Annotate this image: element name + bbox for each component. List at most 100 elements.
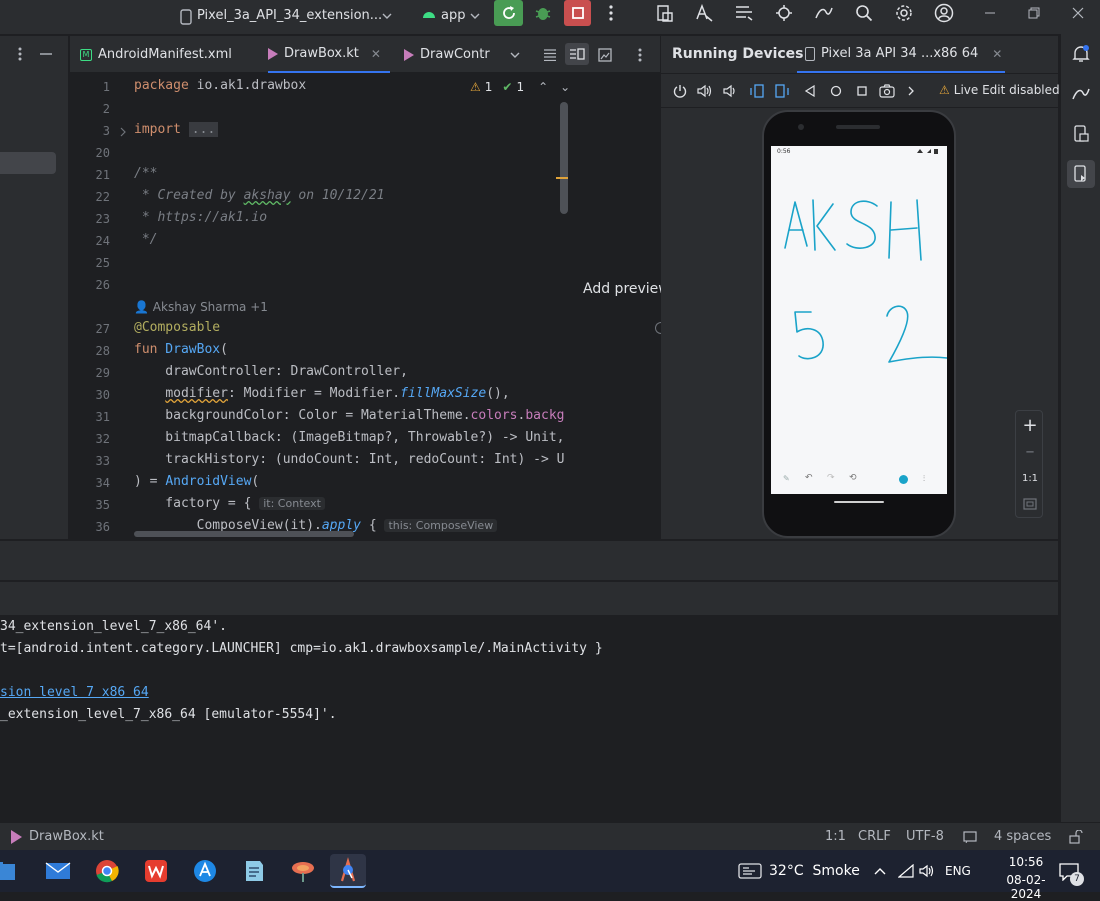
overview-icon[interactable] bbox=[853, 82, 871, 100]
account-icon[interactable] bbox=[933, 3, 955, 23]
search-icon[interactable] bbox=[853, 3, 875, 23]
vertical-scrollbar[interactable] bbox=[560, 102, 568, 214]
sync-icon[interactable] bbox=[813, 3, 835, 23]
more-icon[interactable] bbox=[603, 3, 619, 23]
device-explorer-icon[interactable] bbox=[1069, 122, 1093, 146]
line-separator[interactable]: CRLF bbox=[858, 829, 891, 844]
drawing-canvas[interactable] bbox=[771, 186, 947, 376]
indent-setting[interactable]: 4 spaces bbox=[994, 829, 1051, 844]
clock-date[interactable]: 08-02-2024 bbox=[995, 873, 1057, 901]
gemini-icon[interactable] bbox=[1069, 82, 1093, 106]
rerun-button[interactable] bbox=[494, 0, 523, 26]
fold-chevron-icon[interactable] bbox=[118, 126, 128, 138]
inspection-widget[interactable]: ⚠ 1 ✔ 1 ⌃ ⌄ bbox=[470, 80, 570, 94]
chevron-down-icon[interactable] bbox=[381, 10, 393, 22]
android-studio-icon[interactable] bbox=[330, 854, 366, 888]
zoom-actual-size-button[interactable]: 1:1 bbox=[1018, 469, 1042, 487]
hide-panel-icon[interactable] bbox=[38, 46, 54, 62]
split-view-icon[interactable] bbox=[565, 43, 589, 65]
stop-button[interactable] bbox=[564, 0, 591, 26]
volume-down-icon[interactable] bbox=[721, 82, 739, 100]
notifications-icon[interactable] bbox=[1069, 42, 1093, 66]
tab-androidmanifest[interactable]: M AndroidManifest.xml bbox=[80, 36, 260, 73]
live-edit-status[interactable]: ⚠ Live Edit disabled bbox=[939, 83, 1060, 97]
settings-icon[interactable] bbox=[893, 3, 915, 23]
notes-app-icon[interactable] bbox=[236, 854, 272, 888]
editorconfig-icon[interactable] bbox=[962, 829, 978, 845]
stroke-digit-5 bbox=[794, 311, 824, 360]
translate-icon[interactable] bbox=[693, 3, 715, 23]
chevron-right-icon[interactable] bbox=[904, 82, 918, 100]
gesture-bar[interactable] bbox=[834, 501, 884, 503]
zoom-fit-icon[interactable] bbox=[1020, 495, 1040, 513]
screenshot-icon[interactable] bbox=[878, 82, 896, 100]
more-icon[interactable] bbox=[632, 46, 648, 64]
home-icon[interactable] bbox=[827, 82, 845, 100]
close-tab-icon[interactable]: ✕ bbox=[992, 47, 1002, 61]
mail-icon[interactable] bbox=[40, 854, 76, 888]
warning-marker[interactable] bbox=[556, 177, 568, 179]
chevron-down-icon[interactable] bbox=[469, 10, 481, 22]
close-button[interactable] bbox=[1068, 3, 1088, 23]
horizontal-scrollbar[interactable] bbox=[134, 531, 354, 537]
file-encoding[interactable]: UTF-8 bbox=[906, 829, 944, 844]
volume-up-icon[interactable] bbox=[696, 82, 714, 100]
tabs-dropdown-icon[interactable] bbox=[508, 48, 522, 62]
tab-drawbox[interactable]: DrawBox.kt ✕ bbox=[268, 36, 390, 73]
caret-position[interactable]: 1:1 bbox=[825, 829, 846, 844]
chevron-up-icon[interactable] bbox=[872, 864, 888, 878]
weather-icon[interactable] bbox=[737, 862, 763, 880]
structure-icon[interactable] bbox=[733, 3, 755, 23]
selected-tree-row[interactable] bbox=[0, 152, 56, 174]
author-hint[interactable]: 👤 Akshay Sharma +1 bbox=[134, 300, 268, 314]
design-view-icon[interactable] bbox=[595, 45, 615, 65]
back-icon[interactable] bbox=[801, 82, 819, 100]
breadcrumb-file[interactable]: DrawBox.kt bbox=[29, 829, 104, 844]
running-devices-tool-icon[interactable] bbox=[1067, 160, 1095, 188]
flower-app-icon[interactable] bbox=[285, 854, 321, 888]
device-tab[interactable]: Pixel 3a API 34 ...x86 64 ✕ bbox=[797, 36, 1005, 73]
code-view-icon[interactable] bbox=[540, 45, 560, 65]
add-preview-label[interactable]: Add preview bbox=[583, 281, 670, 297]
file-explorer-icon[interactable] bbox=[0, 854, 22, 888]
reset-icon[interactable]: ⟲ bbox=[849, 473, 857, 483]
wps-office-icon[interactable] bbox=[138, 854, 174, 888]
rotate-right-icon[interactable] bbox=[773, 82, 791, 100]
undo-icon[interactable]: ↶ bbox=[805, 473, 813, 483]
pen-icon[interactable]: ✎ bbox=[783, 474, 790, 483]
wifi-icon[interactable] bbox=[897, 863, 915, 879]
phone-screen[interactable]: 0:56 ✎ ↶ ↷ ⟲ ⫶ bbox=[771, 146, 947, 494]
code-editor[interactable]: 1 2 3 20 21 22 23 24 25 26 27 28 29 30 3… bbox=[70, 74, 570, 539]
weather-text[interactable]: 32°C Smoke bbox=[769, 863, 860, 879]
run-config[interactable]: app bbox=[441, 8, 465, 23]
line-number: 29 bbox=[95, 366, 110, 380]
minimize-button[interactable] bbox=[980, 3, 1000, 23]
folded-imports[interactable]: ... bbox=[188, 122, 219, 137]
zoom-out-button[interactable]: – bbox=[1020, 441, 1040, 462]
zoom-controls: + – 1:1 bbox=[1015, 410, 1043, 518]
rotate-left-icon[interactable] bbox=[748, 82, 766, 100]
chevron-up-icon[interactable]: ⌃ bbox=[538, 80, 548, 94]
device-manager-icon[interactable] bbox=[654, 3, 676, 23]
stroke-width-icon[interactable]: ⫶ bbox=[923, 474, 925, 484]
color-picker-dot[interactable] bbox=[899, 475, 908, 484]
restore-button[interactable] bbox=[1024, 3, 1044, 23]
chrome-icon[interactable] bbox=[89, 854, 125, 888]
power-icon[interactable] bbox=[671, 82, 689, 100]
console-link[interactable]: sion level 7 x86 64 bbox=[0, 685, 149, 700]
options-icon[interactable] bbox=[12, 46, 28, 62]
redo-icon[interactable]: ↷ bbox=[827, 473, 835, 483]
debug-icon[interactable] bbox=[533, 3, 553, 23]
close-tab-icon[interactable]: ✕ bbox=[371, 47, 381, 61]
run-console[interactable]: 34_extension_level_7_x86_64'. t=[android… bbox=[0, 616, 1058, 821]
device-selector[interactable]: Pixel_3a_API_34_extension... bbox=[197, 8, 382, 23]
app-store-icon[interactable] bbox=[187, 854, 223, 888]
gradle-icon[interactable] bbox=[773, 3, 795, 23]
input-language[interactable]: ENG bbox=[945, 864, 971, 878]
tab-drawcontroller[interactable]: DrawContr bbox=[404, 36, 496, 73]
chevron-down-icon[interactable]: ⌄ bbox=[560, 80, 570, 94]
lock-icon[interactable] bbox=[1068, 829, 1084, 845]
zoom-in-button[interactable]: + bbox=[1020, 415, 1040, 436]
clock-time[interactable]: 10:56 bbox=[995, 855, 1057, 869]
speaker-icon[interactable] bbox=[918, 863, 936, 879]
